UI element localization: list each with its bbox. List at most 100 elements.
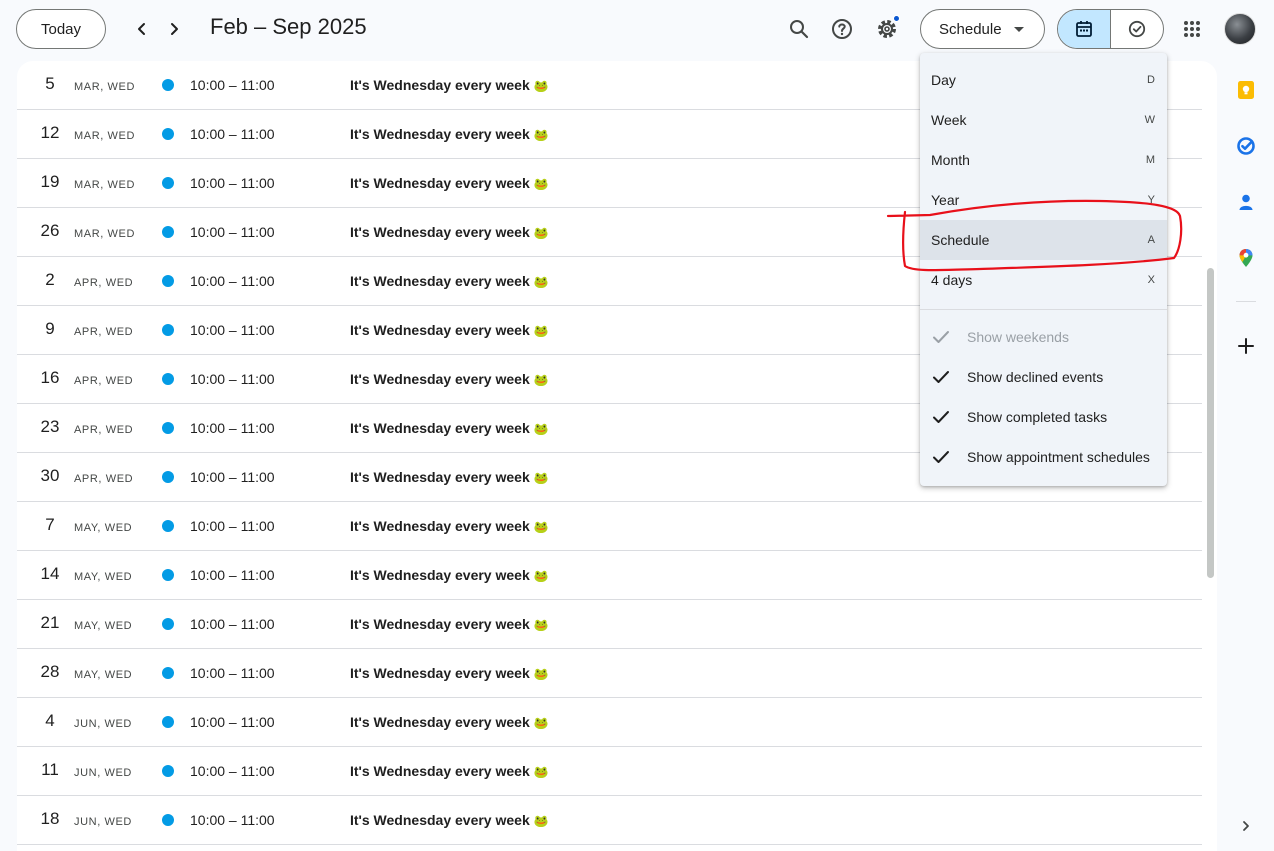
event-title: It's Wednesday every week 🐸 (350, 763, 549, 779)
calendar-view-toggle[interactable] (1058, 10, 1111, 48)
event-month-weekday[interactable]: MAR, WED (74, 130, 135, 142)
frog-emoji-icon: 🐸 (533, 79, 549, 93)
event-day-number[interactable]: 26 (39, 221, 61, 241)
event-day-number[interactable]: 16 (39, 368, 61, 388)
event-title-text: It's Wednesday every week (350, 812, 530, 828)
event-month-weekday[interactable]: APR, WED (74, 277, 133, 289)
event-day-number[interactable]: 9 (39, 319, 61, 339)
menu-item-4-days[interactable]: 4 days X (920, 260, 1167, 300)
menu-item-shortcut: X (1147, 274, 1155, 286)
menu-item-shortcut: Y (1147, 194, 1155, 206)
event-color-dot (162, 667, 174, 679)
option-show-weekends[interactable]: Show weekends (920, 317, 1167, 357)
search-icon (790, 20, 809, 39)
chevron-left-icon (138, 23, 145, 35)
tasks-button[interactable] (1234, 134, 1258, 158)
event-month-weekday[interactable]: APR, WED (74, 424, 133, 436)
option-label: Show weekends (967, 329, 1069, 345)
event-month-weekday[interactable]: APR, WED (74, 375, 133, 387)
event-time: 10:00 – 11:00 (190, 371, 275, 387)
event-row[interactable]: 28 MAY, WED 10:00 – 11:00 It's Wednesday ev… (17, 649, 1202, 698)
event-time: 10:00 – 11:00 (190, 665, 275, 681)
event-title: It's Wednesday every week 🐸 (350, 371, 549, 387)
menu-item-year[interactable]: Year Y (920, 180, 1167, 220)
event-title-text: It's Wednesday every week (350, 224, 530, 240)
event-day-number[interactable]: 12 (39, 123, 61, 143)
next-period-button[interactable] (160, 15, 188, 43)
event-time: 10:00 – 11:00 (190, 518, 275, 534)
event-row[interactable]: 4 JUN, WED 10:00 – 11:00 It's Wednesday eve… (17, 698, 1202, 747)
event-time: 10:00 – 11:00 (190, 567, 275, 583)
option-show-completed-tasks[interactable]: Show completed tasks (920, 397, 1167, 437)
menu-item-label: Schedule (931, 232, 990, 248)
event-day-number[interactable]: 30 (39, 466, 61, 486)
event-day-number[interactable]: 19 (39, 172, 61, 192)
hide-side-panel-button[interactable] (1234, 814, 1258, 838)
event-day-number[interactable]: 18 (39, 809, 61, 829)
event-month-weekday[interactable]: MAR, WED (74, 228, 135, 240)
event-day-number[interactable]: 2 (39, 270, 61, 290)
event-month-weekday[interactable]: MAR, WED (74, 81, 135, 93)
event-title: It's Wednesday every week 🐸 (350, 518, 549, 534)
event-row[interactable]: 11 JUN, WED 10:00 – 11:00 It's Wednesday ev… (17, 747, 1202, 796)
event-month-weekday[interactable]: MAY, WED (74, 669, 132, 681)
event-row[interactable]: 21 MAY, WED 10:00 – 11:00 It's Wednesday ev… (17, 600, 1202, 649)
option-show-appointment-schedules[interactable]: Show appointment schedules (920, 437, 1167, 477)
event-day-number[interactable]: 28 (39, 662, 61, 682)
event-month-weekday[interactable]: MAY, WED (74, 522, 132, 534)
event-row[interactable]: 14 MAY, WED 10:00 – 11:00 It's Wednesday ev… (17, 551, 1202, 600)
menu-item-month[interactable]: Month M (920, 140, 1167, 180)
option-show-declined-events[interactable]: Show declined events (920, 357, 1167, 397)
event-title: It's Wednesday every week 🐸 (350, 714, 549, 730)
event-month-weekday[interactable]: JUN, WED (74, 718, 132, 730)
get-add-ons-button[interactable] (1234, 334, 1258, 358)
chevron-right-icon (1243, 821, 1249, 831)
event-month-weekday[interactable]: MAY, WED (74, 620, 132, 632)
menu-item-week[interactable]: Week W (920, 100, 1167, 140)
event-row[interactable]: 18 JUN, WED 10:00 – 11:00 It's Wednesday ev… (17, 796, 1202, 845)
event-time: 10:00 – 11:00 (190, 469, 275, 485)
event-day-number[interactable]: 23 (39, 417, 61, 437)
settings-button[interactable] (872, 14, 902, 44)
event-month-weekday[interactable]: MAY, WED (74, 571, 132, 583)
event-title: It's Wednesday every week 🐸 (350, 567, 549, 583)
view-switcher-dropdown[interactable]: Schedule (920, 9, 1045, 49)
event-row[interactable]: 7 MAY, WED 10:00 – 11:00 It's Wednesday eve… (17, 502, 1202, 551)
event-month-weekday[interactable]: JUN, WED (74, 816, 132, 828)
account-avatar[interactable] (1224, 13, 1256, 45)
event-month-weekday[interactable]: JUN, WED (74, 767, 132, 779)
event-day-number[interactable]: 4 (39, 711, 61, 731)
contacts-button[interactable] (1234, 190, 1258, 214)
event-month-weekday[interactable]: APR, WED (74, 473, 133, 485)
menu-item-label: Month (931, 152, 970, 168)
event-title-text: It's Wednesday every week (350, 714, 530, 730)
tasks-view-toggle[interactable] (1111, 10, 1164, 48)
help-button[interactable] (827, 14, 857, 44)
view-switcher-label: Schedule (939, 20, 1002, 38)
maps-button[interactable] (1234, 246, 1258, 270)
event-day-number[interactable]: 21 (39, 613, 61, 633)
apps-grid-icon (1184, 21, 1200, 37)
event-day-number[interactable]: 11 (39, 760, 61, 780)
today-button[interactable]: Today (16, 9, 106, 49)
event-time: 10:00 – 11:00 (190, 175, 275, 191)
event-title: It's Wednesday every week 🐸 (350, 175, 549, 191)
search-button[interactable] (784, 14, 814, 44)
event-title: It's Wednesday every week 🐸 (350, 812, 549, 828)
menu-item-shortcut: W (1144, 114, 1155, 126)
google-apps-button[interactable] (1177, 14, 1207, 44)
previous-period-button[interactable] (128, 15, 156, 43)
event-day-number[interactable]: 5 (39, 74, 61, 94)
keep-icon (1238, 81, 1254, 99)
event-month-weekday[interactable]: MAR, WED (74, 179, 135, 191)
event-color-dot (162, 128, 174, 140)
menu-item-schedule[interactable]: Schedule A (920, 220, 1167, 260)
menu-item-day[interactable]: Day D (920, 60, 1167, 100)
event-time: 10:00 – 11:00 (190, 224, 275, 240)
event-day-number[interactable]: 7 (39, 515, 61, 535)
keep-button[interactable] (1234, 78, 1258, 102)
event-day-number[interactable]: 14 (39, 564, 61, 584)
scrollbar-thumb[interactable] (1207, 268, 1214, 578)
event-month-weekday[interactable]: APR, WED (74, 326, 133, 338)
tasks-icon (1237, 137, 1255, 155)
